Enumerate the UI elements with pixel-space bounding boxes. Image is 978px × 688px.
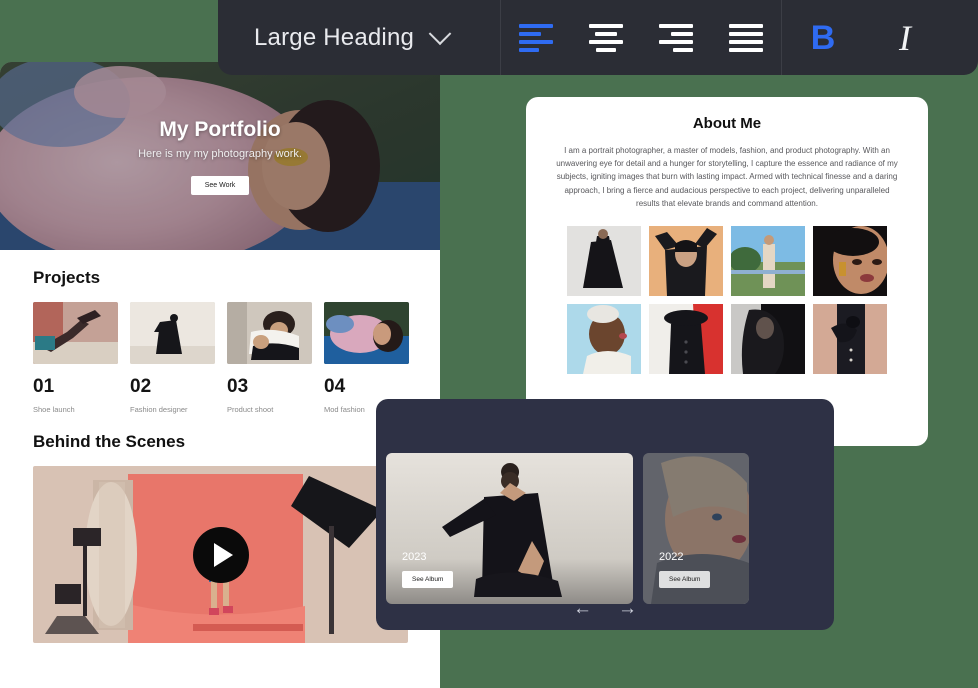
- projects-title: Projects: [33, 268, 101, 287]
- see-album-button[interactable]: See Album: [659, 571, 711, 588]
- gallery-item[interactable]: [649, 303, 723, 374]
- align-left-button[interactable]: [501, 0, 571, 75]
- align-center-button[interactable]: [571, 0, 641, 75]
- project-caption: Fashion designer: [130, 405, 188, 414]
- see-album-button[interactable]: See Album: [402, 571, 454, 588]
- app-canvas: My Portfolio Here is my my photography w…: [0, 0, 978, 688]
- about-gallery-grid: [554, 225, 900, 374]
- heading-style-select[interactable]: Large Heading: [218, 0, 500, 75]
- slide-year: 2023: [402, 551, 427, 563]
- italic-icon: I: [899, 17, 911, 58]
- project-thumbnail: [33, 302, 118, 364]
- projects-grid: 01 Shoe launch 02 Fashion designer 03 Pr…: [33, 302, 440, 414]
- arrow-left-icon[interactable]: ←: [573, 599, 592, 618]
- project-number: 04: [324, 376, 346, 397]
- align-justify-button[interactable]: [711, 0, 781, 75]
- gallery-item[interactable]: [567, 303, 641, 374]
- align-left-icon: [519, 23, 553, 52]
- hero-title: My Portfolio: [159, 117, 281, 141]
- see-work-button[interactable]: See Work: [190, 175, 250, 195]
- alignment-button-group: [501, 0, 781, 75]
- align-right-icon: [659, 23, 693, 52]
- carousel-slide-next[interactable]: 2022 See Album: [643, 453, 749, 604]
- carousel-navigation: ← →: [376, 599, 834, 618]
- project-card[interactable]: 01 Shoe launch: [33, 302, 118, 414]
- text-style-button-group: B I: [782, 0, 946, 75]
- project-thumbnail: [227, 302, 312, 364]
- play-icon[interactable]: [192, 526, 249, 583]
- portfolio-page-canvas: My Portfolio Here is my my photography w…: [0, 62, 440, 688]
- carousel-track[interactable]: 2023 See Album 2022 See Album: [376, 453, 749, 604]
- project-card[interactable]: 03 Product shoot: [227, 302, 312, 414]
- gallery-item[interactable]: [731, 225, 805, 296]
- heading-style-value: Large Heading: [254, 23, 415, 51]
- about-me-card: About Me I am a portrait photographer, a…: [526, 97, 928, 446]
- chevron-down-icon: [428, 21, 452, 45]
- gallery-item[interactable]: [813, 225, 887, 296]
- album-carousel-panel: 2023 See Album 2022 See Album ← →: [376, 399, 834, 630]
- project-caption: Product shoot: [227, 405, 274, 414]
- align-center-icon: [589, 23, 623, 52]
- about-title: About Me: [692, 115, 762, 132]
- project-thumbnail: [130, 302, 215, 364]
- arrow-right-icon[interactable]: →: [618, 599, 637, 618]
- project-card[interactable]: 02 Fashion designer: [130, 302, 215, 414]
- align-right-button[interactable]: [641, 0, 711, 75]
- carousel-slide-active[interactable]: 2023 See Album: [386, 453, 633, 604]
- hero-section: My Portfolio Here is my my photography w…: [0, 62, 440, 250]
- gallery-item[interactable]: [649, 225, 723, 296]
- bold-icon: B: [810, 18, 836, 57]
- gallery-item[interactable]: [567, 225, 641, 296]
- project-caption: Shoe launch: [33, 405, 75, 414]
- gallery-item[interactable]: [813, 303, 887, 374]
- hero-subtitle: Here is my my photography work.: [138, 147, 302, 160]
- italic-button[interactable]: I: [864, 0, 946, 75]
- project-number: 03: [227, 376, 249, 397]
- project-number: 02: [130, 376, 152, 397]
- gallery-item[interactable]: [731, 303, 805, 374]
- align-justify-icon: [729, 23, 763, 52]
- about-body: I am a portrait photographer, a master o…: [556, 146, 898, 208]
- behind-the-scenes-video[interactable]: [33, 466, 408, 643]
- project-number: 01: [33, 376, 55, 397]
- slide-year: 2022: [659, 551, 684, 563]
- project-thumbnail: [324, 302, 409, 364]
- project-card[interactable]: 04 Mod fashion: [324, 302, 409, 414]
- text-format-toolbar: Large Heading B I: [218, 0, 978, 75]
- bold-button[interactable]: B: [782, 0, 864, 75]
